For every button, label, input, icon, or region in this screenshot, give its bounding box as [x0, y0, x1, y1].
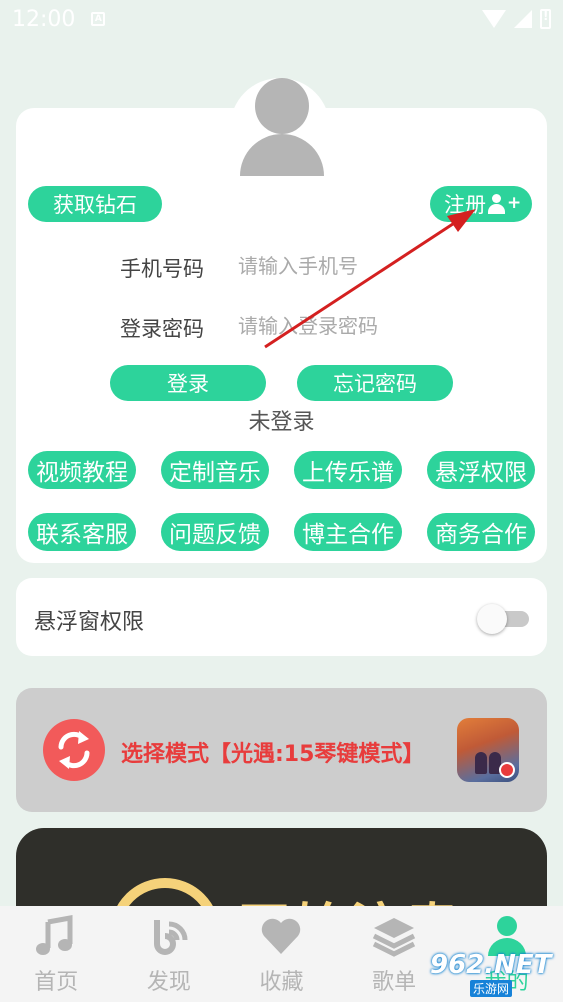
- nav-label-discover: 发现: [146, 970, 191, 995]
- float-permission-toggle[interactable]: [477, 604, 529, 634]
- password-input[interactable]: [238, 310, 498, 342]
- nav-item-favorites[interactable]: 收藏: [225, 906, 338, 1002]
- get-diamond-label: 获取钻石: [53, 193, 137, 217]
- avatar-body: [240, 134, 324, 176]
- feedback-button[interactable]: 问题反馈: [161, 513, 269, 551]
- float-permission-label: 悬浮权限: [435, 460, 527, 486]
- business-cooperation-label: 商务合作: [435, 522, 527, 548]
- nav-label-home: 首页: [34, 970, 79, 995]
- contact-support-button[interactable]: 联系客服: [28, 513, 136, 551]
- password-label: 登录密码: [120, 317, 204, 341]
- signal-icon: [514, 10, 532, 28]
- status-icons: [482, 9, 551, 29]
- notification-icon: A: [91, 12, 106, 26]
- music-note-icon: [36, 915, 73, 955]
- contact-support-label: 联系客服: [36, 522, 128, 548]
- login-label: 登录: [167, 372, 209, 396]
- avatar-head: [255, 78, 309, 134]
- forgot-password-button[interactable]: 忘记密码: [297, 365, 453, 401]
- switch-mode-icon: [43, 719, 105, 781]
- login-button[interactable]: 登录: [110, 365, 266, 401]
- nav-item-discover[interactable]: 发现: [113, 906, 226, 1002]
- custom-music-button[interactable]: 定制音乐: [161, 451, 269, 489]
- register-button[interactable]: 注册 +: [430, 186, 532, 222]
- watermark-number: 962.NET: [430, 950, 552, 980]
- video-tutorial-label: 视频教程: [36, 460, 128, 486]
- game-badge-icon: [499, 762, 515, 778]
- add-user-icon: +: [488, 193, 521, 215]
- nav-label-favorites: 收藏: [259, 970, 304, 995]
- status-time: 12:00: [12, 6, 76, 32]
- phone-label: 手机号码: [120, 257, 204, 281]
- mode-select-card[interactable]: 选择模式【光遇:15琴键模式】: [16, 688, 547, 812]
- upload-score-button[interactable]: 上传乐谱: [294, 451, 402, 489]
- float-permission-card: 悬浮窗权限: [16, 578, 547, 656]
- nav-item-home[interactable]: 首页: [0, 906, 113, 1002]
- heart-icon: [262, 918, 301, 954]
- layers-icon: [372, 918, 416, 957]
- discover-icon: [153, 920, 188, 955]
- video-tutorial-button[interactable]: 视频教程: [28, 451, 136, 489]
- watermark-logo: 962.NET 乐游网: [420, 950, 560, 1000]
- battery-icon: [540, 9, 551, 29]
- get-diamond-button[interactable]: 获取钻石: [28, 186, 162, 222]
- float-permission-button[interactable]: 悬浮权限: [427, 451, 535, 489]
- mode-text: 选择模式【光遇:15琴键模式】: [121, 742, 425, 767]
- float-permission-text: 悬浮窗权限: [34, 610, 145, 635]
- custom-music-label: 定制音乐: [169, 460, 261, 486]
- status-bar: 12:00 A: [0, 0, 563, 38]
- toggle-knob: [477, 604, 507, 634]
- feedback-label: 问题反馈: [169, 522, 261, 548]
- forgot-password-label: 忘记密码: [333, 372, 417, 396]
- blogger-cooperation-label: 博主合作: [302, 522, 394, 548]
- wifi-icon: [482, 10, 506, 28]
- register-label: 注册: [444, 193, 486, 217]
- game-thumbnail: [457, 718, 519, 782]
- upload-score-label: 上传乐谱: [302, 460, 394, 486]
- phone-input[interactable]: [238, 250, 498, 282]
- business-cooperation-button[interactable]: 商务合作: [427, 513, 535, 551]
- watermark-subtext: 乐游网: [470, 980, 513, 997]
- blogger-cooperation-button[interactable]: 博主合作: [294, 513, 402, 551]
- avatar[interactable]: [237, 78, 327, 176]
- login-status: 未登录: [248, 410, 315, 435]
